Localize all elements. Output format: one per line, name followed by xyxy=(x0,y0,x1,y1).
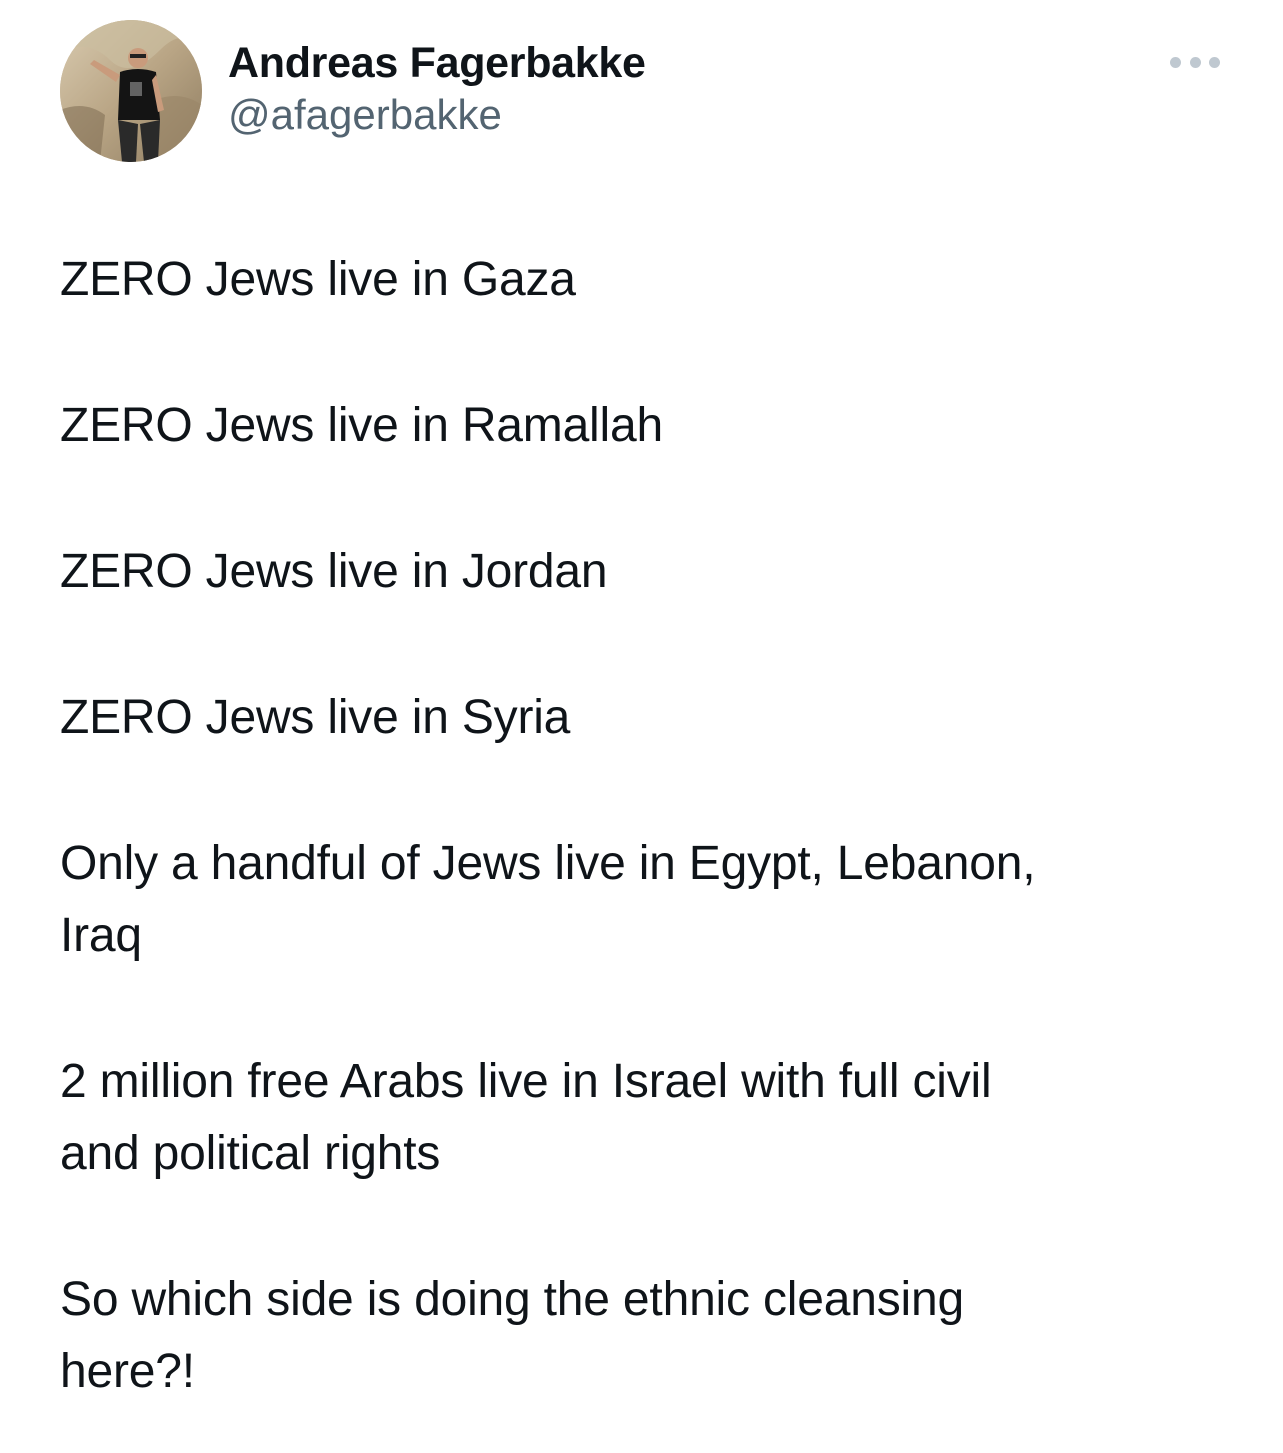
tweet-paragraph: 2 million free Arabs live in Israel with… xyxy=(60,1055,992,1180)
author-display-name[interactable]: Andreas Fagerbakke xyxy=(228,38,646,88)
tweet-paragraph: ZERO Jews live in Syria xyxy=(60,691,571,744)
author-identity[interactable]: Andreas Fagerbakke @afagerbakke xyxy=(228,38,646,142)
tweet-paragraph: Only a handful of Jews live in Egypt, Le… xyxy=(60,837,1036,962)
tweet-card: Andreas Fagerbakke @afagerbakke ZERO Jew… xyxy=(0,0,1283,1453)
tweet-paragraph: ZERO Jews live in Ramallah xyxy=(60,399,663,452)
menu-dot xyxy=(1170,56,1181,68)
author-handle[interactable]: @afagerbakke xyxy=(228,88,646,142)
menu-dot xyxy=(1189,56,1201,68)
tweet-header: Andreas Fagerbakke @afagerbakke xyxy=(60,20,1220,164)
menu-dot xyxy=(1209,56,1220,68)
avatar[interactable] xyxy=(60,20,202,162)
tweet-paragraph: So which side is doing the ethnic cleans… xyxy=(60,1273,964,1398)
tweet-paragraph: ZERO Jews live in Gaza xyxy=(60,253,576,306)
more-options-icon[interactable] xyxy=(1170,50,1220,74)
tweet-paragraph: ZERO Jews live in Jordan xyxy=(60,545,608,598)
profile-photo xyxy=(60,20,202,162)
tweet-text: ZERO Jews live in Gaza ZERO Jews live in… xyxy=(60,244,1230,1408)
